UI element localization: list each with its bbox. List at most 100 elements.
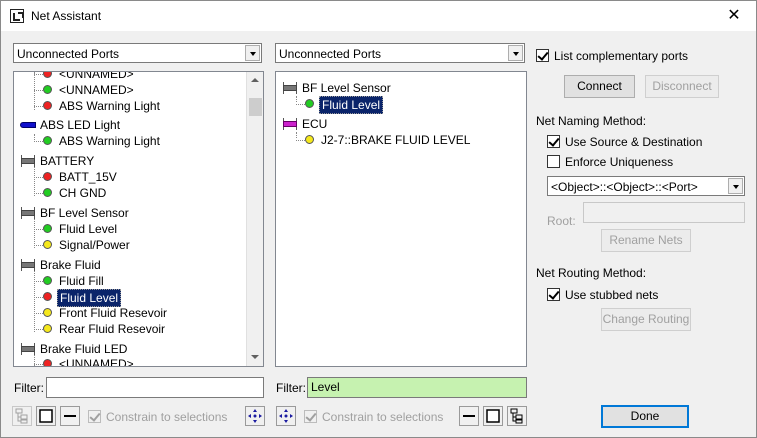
use-stubbed-nets-label: Use stubbed nets: [565, 288, 659, 302]
component-label: BATTERY: [40, 154, 95, 168]
chevron-down-icon[interactable]: [728, 178, 743, 194]
middle-filter-label: Filter:: [276, 381, 306, 395]
tree-guide-line: [34, 270, 35, 332]
green-port-icon: [43, 188, 52, 197]
port-label: <UNNAMED>: [59, 83, 134, 97]
port-label: Fluid Level: [59, 222, 118, 236]
middle-port-tree[interactable]: BF Level Sensor Fluid Level ECU J2-7::BR…: [275, 71, 527, 367]
rename-nets-button[interactable]: Rename Nets: [601, 229, 691, 252]
middle-constrain-label: Constrain to selections: [322, 410, 444, 424]
connect-button[interactable]: Connect: [564, 75, 635, 98]
expand-tree-icon[interactable]: [507, 406, 527, 426]
scroll-up-icon[interactable]: [247, 72, 263, 89]
select-all-icon[interactable]: [36, 406, 56, 426]
port-label: <UNNAMED>: [59, 71, 134, 81]
port-label: ABS Warning Light: [59, 134, 160, 148]
chip-icon: [20, 259, 36, 271]
left-port-filter-value: Unconnected Ports: [17, 47, 120, 61]
yellow-port-icon: [43, 240, 52, 249]
port-label: Fluid Level: [319, 96, 384, 114]
yellow-port-icon: [43, 324, 52, 333]
tree-guide-line: [34, 166, 35, 196]
net-assistant-window: Net Assistant ✕ Unconnected Ports <UNNAM…: [0, 0, 757, 438]
led-icon: [20, 119, 36, 131]
tree-guide-line: [34, 72, 35, 110]
scroll-down-icon[interactable]: [247, 349, 263, 366]
scroll-thumb[interactable]: [249, 98, 262, 116]
collapse-icon[interactable]: [60, 406, 80, 426]
select-all-icon[interactable]: [483, 406, 503, 426]
left-port-filter-dropdown[interactable]: Unconnected Ports: [13, 43, 262, 63]
port-label: <UNNAMED>: [59, 357, 134, 367]
left-filter-input[interactable]: [46, 377, 264, 398]
root-input[interactable]: [583, 202, 745, 223]
yellow-port-icon: [305, 135, 314, 144]
chip-icon: [282, 82, 298, 94]
net-routing-heading: Net Routing Method:: [536, 266, 647, 280]
component-label: BF Level Sensor: [40, 206, 129, 220]
middle-port-filter-value: Unconnected Ports: [279, 47, 382, 61]
component-label: Brake Fluid LED: [40, 342, 128, 356]
red-port-icon: [43, 172, 52, 181]
left-tree-scrollbar[interactable]: [246, 72, 263, 366]
middle-port-filter-dropdown[interactable]: Unconnected Ports: [275, 43, 525, 63]
port-label: Fluid Fill: [59, 274, 104, 288]
magenta-chip-icon: [282, 118, 298, 130]
collapse-icon[interactable]: [459, 406, 479, 426]
naming-pattern-value: <Object>::<Object>::<Port>: [551, 180, 698, 194]
component-label: ECU: [302, 117, 328, 131]
yellow-port-icon: [43, 308, 52, 317]
middle-constrain-checkbox[interactable]: [304, 410, 317, 423]
tree-guide-line: [296, 96, 297, 102]
tree-guide-line: [296, 132, 297, 138]
tree-guide-line: [34, 218, 35, 248]
change-routing-button[interactable]: Change Routing: [601, 308, 691, 331]
list-complementary-checkbox[interactable]: [536, 49, 549, 62]
port-label: BATT_15V: [59, 170, 117, 184]
chevron-down-icon[interactable]: [508, 45, 523, 61]
tree-guide-line: [34, 134, 35, 140]
list-complementary-label: List complementary ports: [554, 49, 689, 63]
left-port-tree[interactable]: <UNNAMED> <UNNAMED> ABS Warning Light AB…: [13, 71, 264, 367]
use-stubbed-nets-checkbox[interactable]: [547, 288, 560, 301]
move-arrows-icon[interactable]: [245, 406, 265, 426]
component-label: ABS LED Light: [40, 118, 121, 132]
port-label: Signal/Power: [59, 238, 130, 252]
green-port-icon: [43, 136, 52, 145]
naming-pattern-dropdown[interactable]: <Object>::<Object>::<Port>: [547, 176, 745, 196]
net-assistant-app-icon: [10, 9, 24, 23]
port-label: ABS Warning Light: [59, 99, 160, 113]
port-label: CH GND: [59, 186, 107, 200]
component-label: Brake Fluid: [40, 258, 101, 272]
use-source-destination-checkbox[interactable]: [547, 135, 560, 148]
port-label: Rear Fluid Resevoir: [59, 322, 166, 336]
use-source-destination-label: Use Source & Destination: [565, 135, 703, 149]
red-port-icon: [43, 359, 52, 366]
port-label: J2-7::BRAKE FLUID LEVEL: [321, 133, 471, 147]
chip-icon: [20, 207, 36, 219]
component-label: BF Level Sensor: [302, 81, 391, 95]
chevron-down-icon[interactable]: [245, 45, 260, 61]
red-port-icon: [43, 72, 52, 78]
done-button[interactable]: Done: [601, 405, 689, 428]
green-port-icon: [43, 276, 52, 285]
enforce-uniqueness-label: Enforce Uniqueness: [565, 155, 674, 169]
move-arrows-icon[interactable]: [276, 406, 296, 426]
middle-filter-input[interactable]: Level: [307, 377, 527, 398]
green-port-icon: [43, 85, 52, 94]
enforce-uniqueness-checkbox[interactable]: [547, 155, 560, 168]
green-port-icon: [305, 99, 314, 108]
net-naming-heading: Net Naming Method:: [536, 114, 647, 128]
green-port-icon: [43, 224, 52, 233]
left-filter-label: Filter:: [14, 381, 44, 395]
tree-guide-line: [34, 354, 35, 366]
root-label: Root:: [547, 214, 576, 228]
red-port-icon: [43, 292, 52, 301]
left-constrain-label: Constrain to selections: [106, 410, 228, 424]
port-label: Front Fluid Resevoir: [59, 306, 168, 320]
expand-tree-icon[interactable]: [12, 406, 32, 426]
disconnect-button[interactable]: Disconnect: [645, 75, 719, 98]
chip-icon: [20, 343, 36, 355]
left-constrain-checkbox[interactable]: [88, 410, 101, 423]
close-button[interactable]: ✕: [712, 1, 756, 31]
